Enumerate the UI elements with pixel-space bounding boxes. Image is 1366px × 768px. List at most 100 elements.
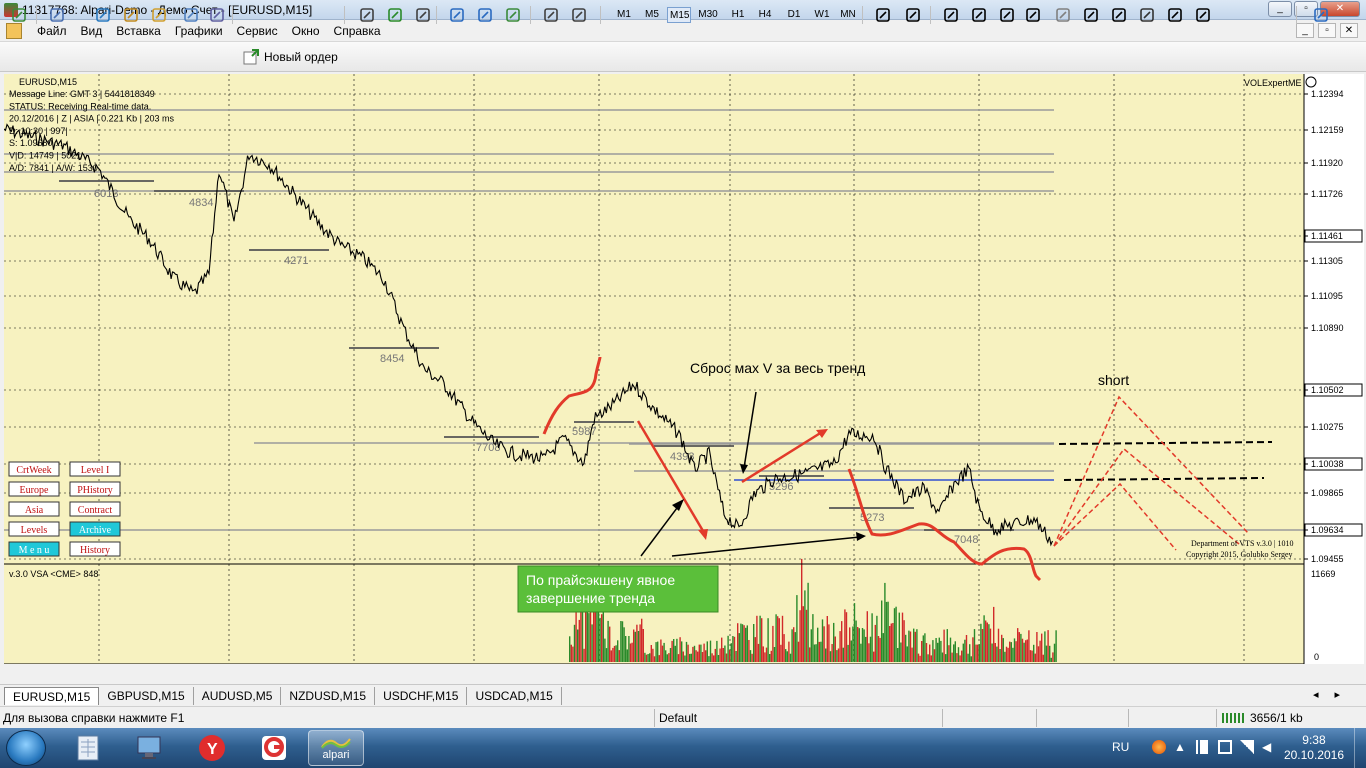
timeframe-h4[interactable]: H4 [753, 7, 777, 23]
timeframe-h1[interactable]: H1 [726, 7, 750, 23]
volume-bar [959, 655, 961, 662]
panel-button-europe[interactable]: Europe [8, 481, 60, 497]
favorites-icon[interactable] [148, 4, 170, 26]
tray-flag-icon[interactable] [1196, 740, 1210, 754]
chart-shift-icon[interactable] [568, 4, 590, 26]
panel-button-archive[interactable]: Archive [69, 521, 121, 537]
panel-button-levels[interactable]: Levels [8, 521, 60, 537]
new-chart-icon[interactable] [8, 4, 30, 26]
tab-nzdusd[interactable]: NZDUSD,M15 [281, 687, 376, 705]
vertical-line-icon[interactable] [940, 4, 962, 26]
panel-button-contract[interactable]: Contract [69, 501, 121, 517]
volume-bar [741, 624, 744, 662]
volume-bar [748, 640, 750, 662]
zoom-in-icon[interactable] [446, 4, 468, 26]
tile-windows-icon[interactable] [502, 4, 524, 26]
tab-usdchf[interactable]: USDCHF,M15 [375, 687, 468, 705]
text-label-icon[interactable] [1108, 4, 1130, 26]
computer-icon[interactable] [122, 730, 178, 766]
menu-view[interactable]: Вид [74, 24, 110, 38]
timeframe-w1[interactable]: W1 [810, 7, 834, 23]
volume-bar [849, 627, 851, 662]
price-tick-label: 1.12394 [1311, 89, 1344, 99]
tray-volume-icon[interactable]: ◀ [1262, 740, 1276, 754]
line-chart-icon[interactable] [412, 4, 434, 26]
tab-usdcad[interactable]: USDCAD,M15 [467, 687, 562, 705]
community-icon[interactable] [1310, 4, 1332, 26]
tray-avast-icon[interactable] [1152, 740, 1166, 754]
status-profile[interactable]: Default [659, 711, 697, 725]
menu-window[interactable]: Окно [285, 24, 327, 38]
horizontal-line-icon[interactable] [968, 4, 990, 26]
tray-network-icon[interactable] [1240, 740, 1254, 754]
tab-scroll-arrows[interactable]: ◂▸ [1313, 688, 1356, 701]
arrows-icon[interactable] [1164, 4, 1186, 26]
crosshair-icon[interactable] [902, 4, 924, 26]
volume-bar [943, 629, 945, 662]
navigator-icon[interactable] [120, 4, 142, 26]
volume-bar [973, 629, 976, 662]
shapes-icon[interactable] [1136, 4, 1158, 26]
status-connection[interactable]: 3656/1 kb [1250, 711, 1303, 725]
clock[interactable]: 9:38 20.10.2016 [1284, 733, 1344, 763]
timeframe-m30[interactable]: M30 [696, 7, 720, 23]
timeframe-m5[interactable]: M5 [640, 7, 664, 23]
timeframe-mn[interactable]: MN [836, 7, 860, 23]
yandex-icon[interactable]: Y [184, 730, 240, 766]
timeframe-d1[interactable]: D1 [782, 7, 806, 23]
minimize-button[interactable]: _ [1268, 1, 1292, 17]
timeframe-m15[interactable]: M15 [667, 7, 691, 23]
market-watch-icon[interactable] [92, 4, 114, 26]
volume-bar [909, 631, 912, 662]
price-chart[interactable]: 6013483442718454770859874393529652737048… [4, 74, 1364, 664]
text-icon[interactable] [1080, 4, 1102, 26]
start-button[interactable] [6, 730, 46, 766]
tray-display-icon[interactable] [1218, 740, 1232, 754]
terminal-icon[interactable] [180, 4, 202, 26]
svg-text:Asia: Asia [25, 505, 44, 516]
volume-bar [914, 631, 916, 662]
tab-audusd[interactable]: AUDUSD,M5 [194, 687, 282, 705]
excel-icon[interactable] [60, 730, 116, 766]
fibonacci-icon[interactable] [1052, 4, 1074, 26]
volume-bar [655, 642, 657, 662]
candles-icon[interactable] [384, 4, 406, 26]
cursor-icon[interactable] [872, 4, 894, 26]
panel-button-history[interactable]: History [69, 541, 121, 557]
search-icon[interactable] [1192, 4, 1214, 26]
panel-button-asia[interactable]: Asia [8, 501, 60, 517]
panel-button-leveli[interactable]: Level I [69, 461, 121, 477]
menu-tools[interactable]: Сервис [230, 24, 285, 38]
menu-help[interactable]: Справка [327, 24, 388, 38]
bar-chart-icon[interactable] [356, 4, 378, 26]
menu-file[interactable]: Файл [30, 24, 74, 38]
tray-arrow-icon[interactable]: ▲ [1174, 740, 1188, 754]
profiles-icon[interactable] [46, 4, 68, 26]
panel-button-phistory[interactable]: PHistory [69, 481, 121, 497]
alpari-icon[interactable]: alpari [308, 730, 364, 766]
volume-level-label: 6013 [94, 188, 118, 200]
zoom-out-icon[interactable] [474, 4, 496, 26]
forex-app-icon[interactable] [246, 730, 302, 766]
strategy-tester-icon[interactable] [206, 4, 228, 26]
toolbar [0, 42, 1366, 72]
trendline-icon[interactable] [996, 4, 1018, 26]
show-desktop-button[interactable] [1354, 728, 1366, 768]
mdi-close-button[interactable]: ✕ [1340, 23, 1358, 38]
volume-bar [682, 651, 684, 662]
volume-bar [922, 635, 924, 662]
volume-bar [637, 631, 640, 662]
volume-bar [597, 612, 600, 662]
panel-button-crtweek[interactable]: CrtWeek [8, 461, 60, 477]
menu-insert[interactable]: Вставка [109, 24, 168, 38]
panel-button-menu[interactable]: M e n u [8, 541, 60, 557]
svg-text:CrtWeek: CrtWeek [16, 465, 51, 476]
timeframe-m1[interactable]: M1 [612, 7, 636, 23]
autoscroll-icon[interactable] [540, 4, 562, 26]
tab-eurusd[interactable]: EURUSD,M15 [4, 687, 100, 705]
tab-gbpusd[interactable]: GBPUSD,M15 [99, 687, 194, 705]
menu-charts[interactable]: Графики [168, 24, 230, 38]
channel-icon[interactable] [1022, 4, 1044, 26]
language-indicator[interactable]: RU [1112, 740, 1129, 754]
new-order-button[interactable]: Новый ордер [238, 46, 342, 68]
